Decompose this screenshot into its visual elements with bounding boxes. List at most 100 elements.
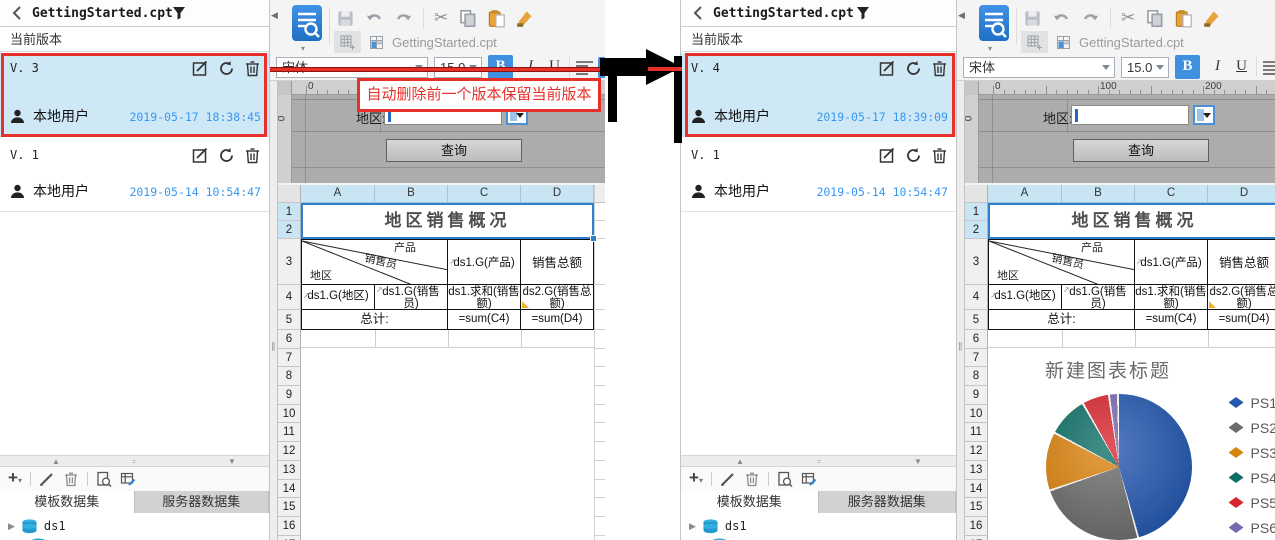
preview-dataset-icon[interactable]: [777, 471, 793, 487]
restore-version-icon[interactable]: [218, 60, 235, 77]
column-header-C[interactable]: C: [1135, 185, 1208, 203]
row-header-11[interactable]: 11: [278, 423, 301, 443]
edit-version-icon[interactable]: [879, 60, 896, 77]
template-menu-button[interactable]: [292, 5, 322, 41]
row-header-3[interactable]: 3: [965, 239, 988, 285]
cell-C5[interactable]: =sum(C4): [1135, 310, 1208, 330]
version-card-v3[interactable]: V. 3 本地用户 2019-05-17 18:38:45: [0, 53, 269, 137]
tab-template-dataset[interactable]: 模板数据集: [0, 491, 135, 513]
row-header-3[interactable]: 3: [278, 239, 301, 285]
template-menu-caret-icon[interactable]: ▾: [301, 44, 305, 53]
delete-dataset-icon[interactable]: [63, 471, 79, 487]
expand-icon[interactable]: ▶: [689, 521, 696, 532]
collapse-panel-icon[interactable]: ◀: [271, 10, 278, 21]
edit-version-icon[interactable]: [192, 60, 209, 77]
cell-A5-merged[interactable]: 总计:: [301, 310, 448, 330]
paste-icon[interactable]: [487, 9, 506, 28]
delete-version-icon[interactable]: [244, 147, 261, 164]
new-template-tab[interactable]: [1021, 30, 1048, 54]
panel-splitter[interactable]: ▲ ﹦ ▼: [681, 455, 956, 467]
row-6[interactable]: [301, 330, 594, 348]
filter-icon[interactable]: [856, 6, 870, 20]
template-tab-label[interactable]: GettingStarted.cpt: [1079, 35, 1184, 50]
row-header-15[interactable]: 15: [965, 498, 988, 517]
column-header-A[interactable]: A: [301, 185, 375, 203]
row-header-5[interactable]: 5: [278, 310, 301, 330]
edit-dataset-icon[interactable]: [39, 471, 55, 487]
row-header-12[interactable]: 12: [278, 442, 301, 461]
new-template-tab[interactable]: [334, 30, 361, 54]
row-header-8[interactable]: 8: [278, 367, 301, 387]
row-header-15[interactable]: 15: [278, 498, 301, 517]
row-header-12[interactable]: 12: [965, 442, 988, 461]
row-header-10[interactable]: 10: [278, 404, 301, 424]
row-header-13[interactable]: 13: [965, 460, 988, 480]
cut-icon[interactable]: ✂: [434, 9, 448, 27]
edit-dataset-icon[interactable]: [720, 471, 736, 487]
cell-D4[interactable]: ↗ ds2.G(销售总额): [521, 285, 594, 310]
bold-button[interactable]: B: [1175, 55, 1200, 79]
template-menu-caret-icon[interactable]: ▾: [988, 44, 992, 53]
row-header-17[interactable]: 17: [965, 535, 988, 540]
param-text-input[interactable]: [1071, 105, 1189, 125]
row-header-13[interactable]: 13: [278, 460, 301, 480]
delete-version-icon[interactable]: [931, 147, 948, 164]
undo-icon[interactable]: [1052, 9, 1071, 28]
query-button[interactable]: 查询: [1073, 139, 1209, 162]
undo-icon[interactable]: [365, 9, 384, 28]
column-header-A[interactable]: A: [988, 185, 1062, 203]
select-all-corner[interactable]: [278, 185, 301, 203]
restore-version-icon[interactable]: [905, 147, 922, 164]
edit-version-icon[interactable]: [879, 147, 896, 164]
font-size-select[interactable]: 15.0: [1121, 57, 1169, 78]
row-header-17[interactable]: 17: [278, 535, 301, 540]
cell-diagonal[interactable]: 产品 销售员 地区: [988, 239, 1135, 285]
cell-title-merged[interactable]: 地区销售概况: [301, 203, 594, 239]
format-painter-icon[interactable]: [516, 9, 535, 28]
add-dataset-button[interactable]: +▾: [8, 469, 22, 489]
cell-D3[interactable]: 销售总额: [1208, 239, 1275, 285]
row-header-10[interactable]: 10: [965, 404, 988, 424]
row-header-1[interactable]: 1: [278, 203, 301, 221]
edit-version-icon[interactable]: [192, 147, 209, 164]
version-card-v1[interactable]: V. 1 本地用户 2019-05-14 10:54:47: [681, 140, 956, 212]
row-header-14[interactable]: 14: [965, 479, 988, 499]
param-dropdown-button[interactable]: [1193, 105, 1215, 125]
cell-title-merged[interactable]: 地区销售概况: [988, 203, 1275, 239]
tab-server-dataset[interactable]: 服务器数据集: [134, 491, 269, 513]
restore-version-icon[interactable]: [218, 147, 235, 164]
add-dataset-button[interactable]: +▾: [689, 469, 703, 489]
back-icon[interactable]: [691, 5, 707, 21]
tab-server-dataset[interactable]: 服务器数据集: [818, 491, 956, 513]
column-header-B[interactable]: B: [375, 185, 448, 203]
delete-version-icon[interactable]: [931, 60, 948, 77]
redo-icon[interactable]: [394, 9, 413, 28]
italic-button[interactable]: I: [1205, 55, 1230, 79]
delete-dataset-icon[interactable]: [744, 471, 760, 487]
dataset-row-ds1[interactable]: ▶ ds1: [0, 516, 66, 536]
expand-icon[interactable]: ▶: [8, 521, 15, 532]
row-header-14[interactable]: 14: [278, 479, 301, 499]
cell-C3[interactable]: ↗ ds1.G(产品): [448, 239, 521, 285]
current-template-icon[interactable]: [1056, 35, 1071, 50]
selection-handle[interactable]: [590, 235, 597, 242]
row-header-7[interactable]: 7: [278, 348, 301, 368]
column-headers[interactable]: ABCD: [301, 185, 594, 203]
cell-D4[interactable]: ↗ ds2.G(销售总额): [1208, 285, 1275, 310]
left-strip[interactable]: ∥: [270, 81, 278, 540]
filter-icon[interactable]: [172, 6, 186, 20]
preview-dataset-icon[interactable]: [96, 471, 112, 487]
save-icon[interactable]: [1023, 9, 1042, 28]
back-icon[interactable]: [10, 5, 26, 21]
row-header-9[interactable]: 9: [278, 386, 301, 405]
copy-icon[interactable]: [458, 9, 477, 28]
copy-icon[interactable]: [1145, 9, 1164, 28]
cell-A5-merged[interactable]: 总计:: [988, 310, 1135, 330]
collapse-panel-icon[interactable]: ◀: [958, 10, 965, 21]
column-header-D[interactable]: D: [1208, 185, 1275, 203]
pie-chart[interactable]: [1046, 394, 1192, 540]
row-header-5[interactable]: 5: [965, 310, 988, 330]
row-header-6[interactable]: 6: [278, 330, 301, 349]
row-header-2[interactable]: 2: [278, 221, 301, 239]
cell-C5[interactable]: =sum(C4): [448, 310, 521, 330]
